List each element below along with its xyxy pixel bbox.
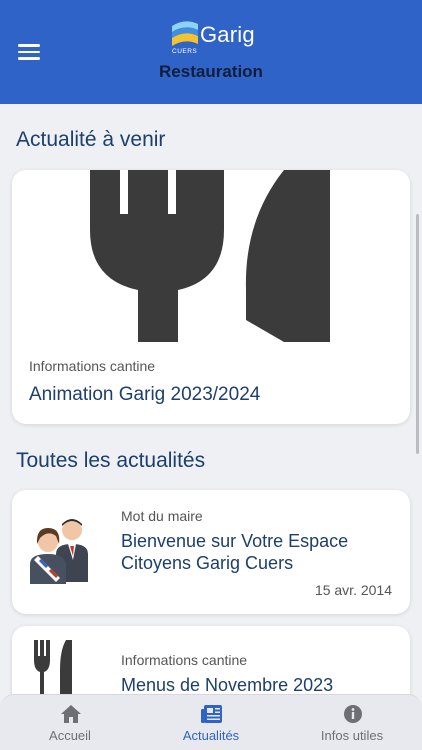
news-icon xyxy=(201,705,222,723)
app-header: Garig CUERS Restauration xyxy=(0,0,422,104)
tab-label: Infos utiles xyxy=(320,728,384,743)
logo-subtitle: CUERS xyxy=(172,48,198,55)
tab-label: Accueil xyxy=(49,728,91,743)
scrollbar[interactable] xyxy=(416,214,419,454)
tab-accueil[interactable]: Accueil xyxy=(0,695,140,750)
info-icon xyxy=(344,705,362,723)
featured-card-category: Informations cantine xyxy=(29,358,156,374)
tab-actualites[interactable]: Actualités xyxy=(141,695,281,750)
news-item-date: 15 avr. 2014 xyxy=(314,582,392,598)
featured-news-card[interactable]: Informations cantine Animation Garig 202… xyxy=(12,170,410,424)
section-title-upcoming: Actualité à venir xyxy=(16,128,166,151)
home-icon xyxy=(61,705,81,723)
news-list-item[interactable]: Mot du maire Bienvenue sur Votre Espace … xyxy=(12,490,410,614)
logo-wordmark: Garig xyxy=(200,22,255,47)
mayor-couple-icon xyxy=(30,519,88,584)
fork-knife-icon xyxy=(90,170,330,342)
tab-label: Actualités xyxy=(182,728,240,743)
news-item-title: Menus de Novembre 2023 xyxy=(121,675,334,695)
main-content[interactable]: Actualité à venir Informations cantine A… xyxy=(0,104,422,750)
news-item-category: Mot du maire xyxy=(121,508,203,524)
featured-card-title: Animation Garig 2023/2024 xyxy=(29,384,261,405)
fork-knife-icon xyxy=(34,640,72,700)
garig-logo: Garig CUERS xyxy=(170,16,260,56)
news-item-title: Bienvenue sur Votre Espace Citoyens Gari… xyxy=(121,531,349,573)
tab-infos-utiles[interactable]: Infos utiles xyxy=(282,695,422,750)
garig-logo-mark xyxy=(172,21,198,46)
section-title-all-news: Toutes les actualités xyxy=(16,449,206,472)
featured-card-image xyxy=(12,170,410,342)
hamburger-menu-icon[interactable] xyxy=(18,44,40,60)
page-title: Restauration xyxy=(159,62,263,81)
bottom-tab-bar: Accueil Actualités Infos utiles xyxy=(0,694,422,750)
news-item-category: Informations cantine xyxy=(121,652,248,668)
